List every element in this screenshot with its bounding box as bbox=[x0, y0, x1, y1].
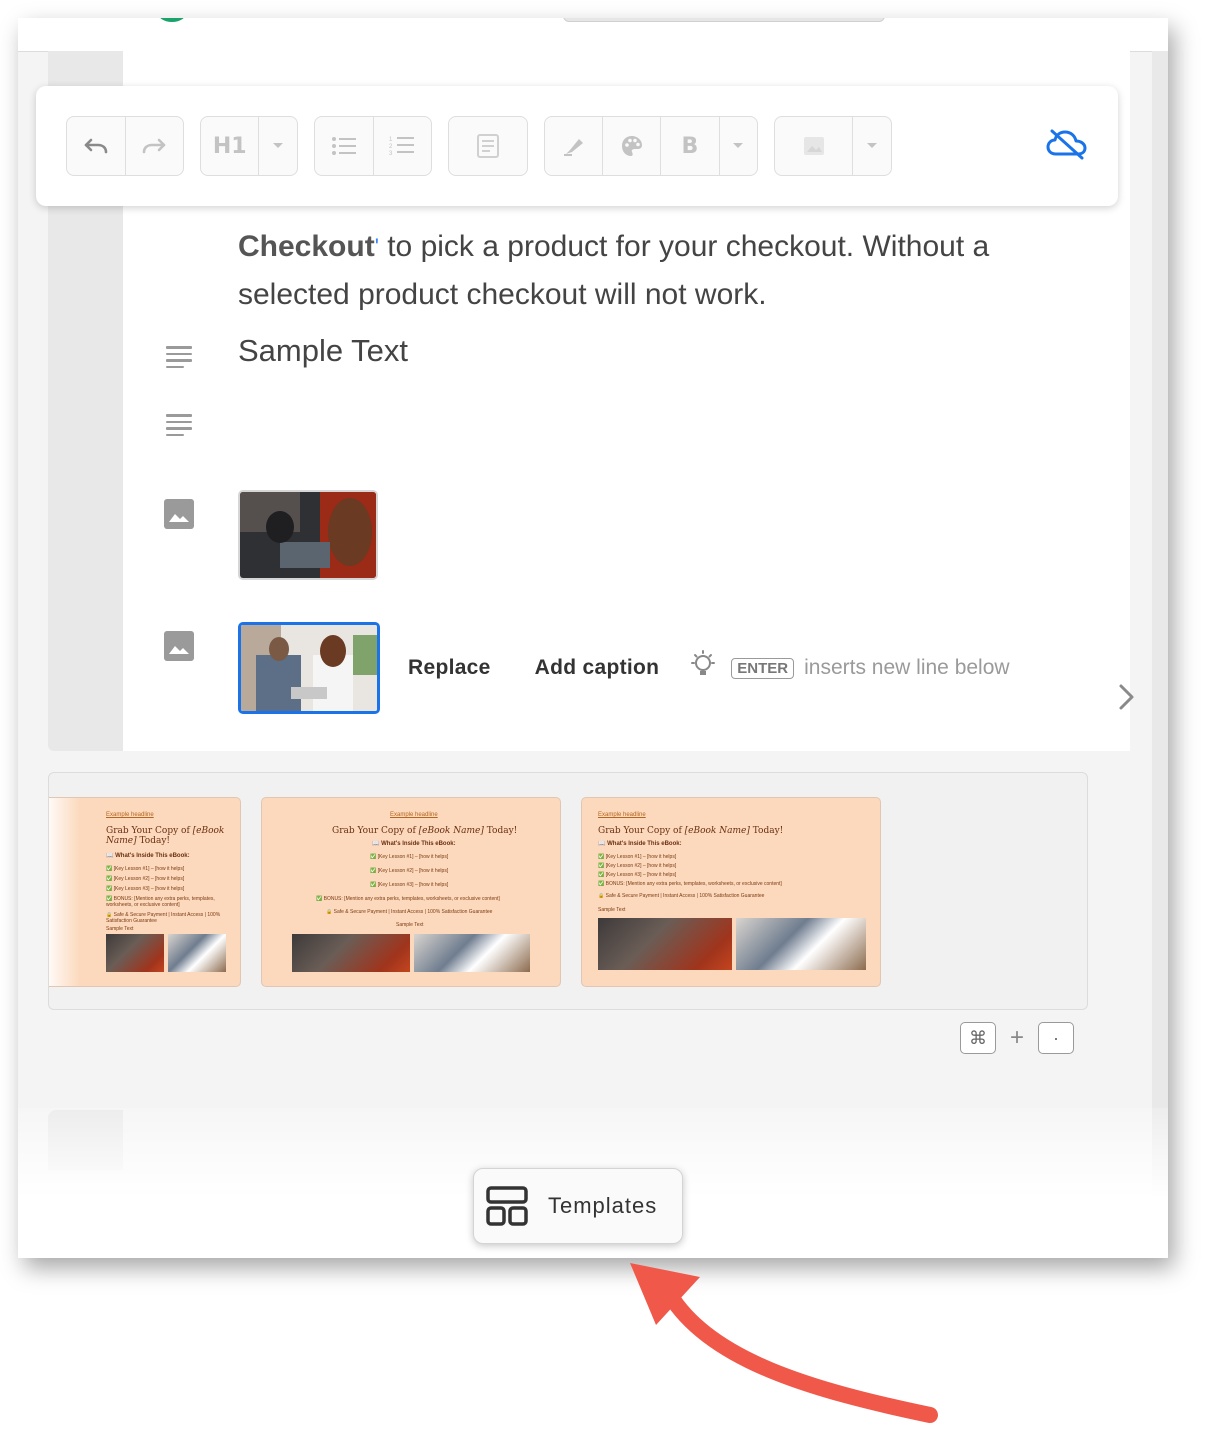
lightbulb-icon bbox=[689, 650, 717, 686]
replace-button[interactable]: Replace bbox=[408, 656, 491, 680]
checkout-text-line2: selected product checkout will not work. bbox=[238, 278, 767, 311]
list-group: 123 bbox=[314, 116, 432, 176]
highlighter-icon bbox=[563, 139, 583, 156]
template-carousel[interactable]: Example headline Grab Your Copy of [eBoo… bbox=[48, 772, 1088, 1010]
bullet-list-button[interactable] bbox=[315, 117, 374, 175]
keyboard-shortcut: ⌘ + · bbox=[960, 1022, 1075, 1054]
enter-hint: inserts new line below bbox=[804, 656, 1010, 679]
svg-text:3: 3 bbox=[389, 151, 393, 157]
redo-icon bbox=[142, 138, 166, 154]
formatting-toolbar: H1 123 B bbox=[36, 86, 1118, 206]
template-card[interactable]: Example headline Grab Your Copy of [eBoo… bbox=[581, 797, 881, 987]
sample-text[interactable]: Sample Text bbox=[238, 333, 408, 369]
templates-button[interactable]: Templates bbox=[473, 1168, 683, 1244]
scrollbar[interactable] bbox=[1152, 51, 1168, 1258]
style-group: B bbox=[544, 116, 758, 176]
cloud-off-icon bbox=[1046, 129, 1087, 160]
annotation-arrow bbox=[630, 1263, 938, 1423]
svg-text:2: 2 bbox=[389, 144, 393, 150]
template-card[interactable]: Example headline Grab Your Copy of [eBoo… bbox=[49, 797, 241, 987]
undo-icon bbox=[84, 138, 108, 154]
block-group bbox=[448, 116, 528, 176]
layout-icon bbox=[486, 1186, 528, 1226]
dot-key: · bbox=[1038, 1022, 1075, 1054]
plus-sign: + bbox=[1010, 1024, 1025, 1051]
status-dot bbox=[158, 18, 186, 22]
chevron-down-icon bbox=[733, 143, 744, 148]
heading-group: H1 bbox=[200, 116, 298, 176]
media-group bbox=[774, 116, 892, 176]
palette-icon bbox=[621, 136, 642, 156]
templates-label: Templates bbox=[548, 1193, 658, 1218]
highlight-button[interactable] bbox=[545, 117, 604, 175]
document-icon bbox=[477, 134, 499, 158]
numbered-list-button[interactable]: 123 bbox=[374, 117, 432, 175]
template-card[interactable]: Example headline Grab Your Copy of [eBoo… bbox=[261, 797, 561, 987]
top-bar bbox=[18, 18, 1168, 52]
redo-button[interactable] bbox=[126, 117, 184, 175]
checkout-bold: Checkout bbox=[238, 230, 375, 263]
history-group bbox=[66, 116, 184, 176]
image-block-icon[interactable] bbox=[164, 499, 194, 529]
chevron-down-icon bbox=[867, 143, 878, 148]
image-icon bbox=[803, 137, 824, 155]
paragraph-icon[interactable] bbox=[166, 346, 192, 372]
color-button[interactable] bbox=[603, 117, 662, 175]
chevron-right-icon[interactable] bbox=[1118, 683, 1136, 716]
sync-status[interactable] bbox=[1046, 128, 1088, 165]
checkout-paragraph[interactable]: Checkout' to pick a product for your che… bbox=[238, 223, 1098, 319]
selected-image-thumbnail[interactable] bbox=[238, 622, 380, 714]
block-button[interactable] bbox=[449, 117, 527, 175]
bold-label: B bbox=[681, 133, 699, 159]
image-block-icon[interactable] bbox=[164, 631, 194, 661]
bullet-list-icon bbox=[331, 137, 356, 155]
svg-text:1: 1 bbox=[389, 137, 393, 143]
chevron-down-icon bbox=[273, 143, 284, 148]
paragraph-icon[interactable] bbox=[166, 414, 192, 440]
image-thumbnail[interactable] bbox=[238, 490, 378, 580]
top-pill bbox=[563, 18, 885, 22]
insert-image-button[interactable] bbox=[775, 117, 854, 175]
heading-dropdown[interactable] bbox=[259, 117, 297, 175]
checkout-text-line1: to pick a product for your checkout. Wit… bbox=[378, 230, 990, 263]
bold-button[interactable]: B bbox=[661, 117, 720, 175]
cmd-key: ⌘ bbox=[960, 1022, 996, 1054]
undo-button[interactable] bbox=[67, 117, 126, 175]
app-window: H1 123 B Checkout' to pick a product for… bbox=[18, 18, 1168, 1258]
add-caption-button[interactable]: Add caption bbox=[535, 656, 660, 680]
style-dropdown[interactable] bbox=[720, 117, 757, 175]
numbered-list-icon: 123 bbox=[389, 137, 415, 157]
image-inline-toolbar: Replace Add caption ENTER inserts new li… bbox=[408, 650, 1010, 686]
heading-label: H1 bbox=[212, 133, 247, 159]
media-dropdown[interactable] bbox=[853, 117, 891, 175]
heading-button[interactable]: H1 bbox=[201, 117, 260, 175]
enter-key: ENTER bbox=[731, 657, 795, 679]
